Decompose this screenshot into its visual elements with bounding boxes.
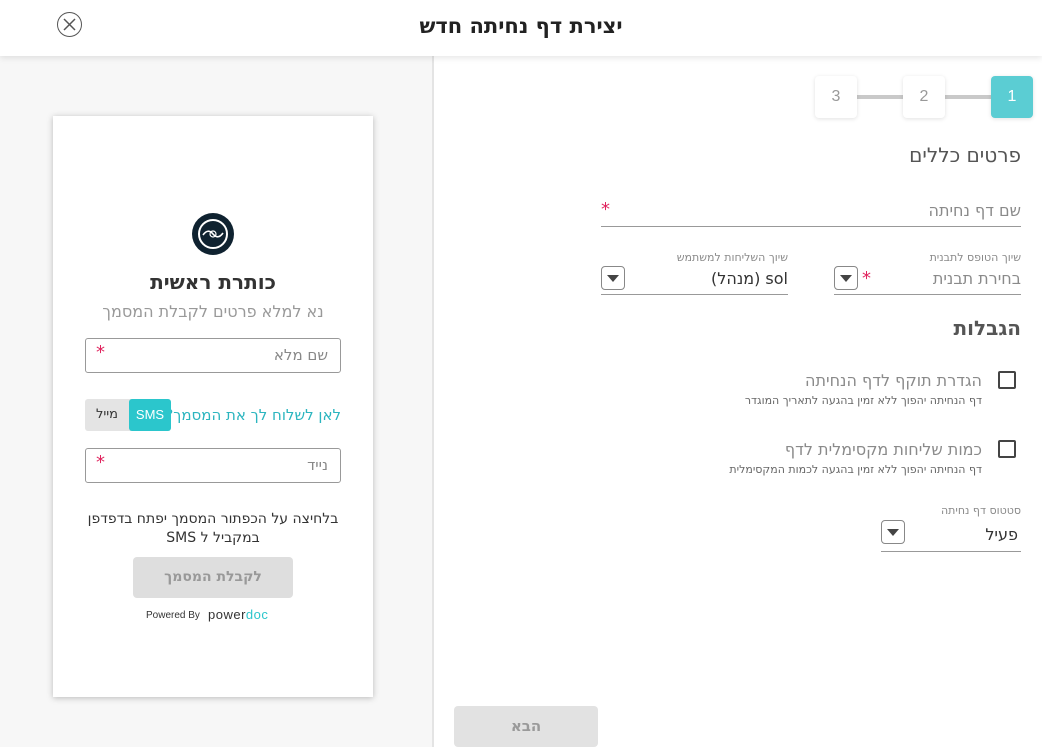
status-label: סטטוס דף נחיתה (940, 504, 1021, 517)
preview-note: בלחיצה על הכפתור המסמך יפתח בדפדפן במקבי… (87, 511, 339, 546)
section-limits-title: הגבלות (953, 316, 1022, 340)
step-1[interactable]: 1 (991, 76, 1033, 118)
header: יצירת דף נחיתה חדש (0, 0, 1042, 56)
landing-name-placeholder: שם דף נחיתה (928, 201, 1022, 220)
max-sends-title: כמות שליחות מקסימלית לדף (784, 440, 982, 459)
powered-by-label: Powered By (146, 610, 200, 621)
logo-icon (192, 213, 234, 255)
step-3[interactable]: 3 (815, 76, 857, 118)
delivery-toggle: SMS מייל (85, 399, 171, 431)
step-line (857, 95, 903, 99)
user-label: שיוך השליחות למשתמש (676, 251, 788, 264)
status-dropdown-icon[interactable] (881, 520, 905, 544)
page-title: יצירת דף נחיתה חדש (419, 14, 623, 38)
phone-field[interactable]: נייד * (85, 448, 341, 483)
toggle-sms[interactable]: SMS (129, 399, 171, 431)
required-mark: * (601, 199, 610, 220)
user-value: sol (מנהל) (711, 269, 788, 288)
template-label: שיוך הטופס לתבנית (929, 251, 1021, 264)
get-document-button[interactable]: לקבלת המסמך (133, 557, 293, 598)
preview-card: כותרת ראשית נא למלא פרטים לקבלת המסמך שם… (53, 116, 373, 697)
full-name-field[interactable]: שם מלא * (85, 338, 341, 373)
send-question-label: לאן לשלוח לך את המסמך? (165, 406, 341, 424)
required-mark: * (862, 268, 871, 289)
toggle-mail[interactable]: מייל (85, 399, 129, 431)
preview-subtitle: נא למלא פרטים לקבלת המסמך (102, 302, 324, 321)
step-line (945, 95, 991, 99)
template-placeholder: בחירת תבנית (932, 269, 1021, 288)
step-2[interactable]: 2 (903, 76, 945, 118)
required-mark: * (96, 452, 105, 473)
full-name-placeholder: שם מלא (273, 346, 328, 364)
phone-placeholder: נייד (307, 456, 328, 474)
expiry-title: הגדרת תוקף לדף הנחיתה (805, 371, 982, 390)
close-icon[interactable] (57, 12, 82, 37)
next-button[interactable]: הבא (454, 706, 598, 747)
required-mark: * (96, 342, 105, 363)
section-general-title: פרטים כללים (909, 143, 1021, 167)
template-dropdown-icon[interactable] (834, 266, 858, 290)
preview-panel: כותרת ראשית נא למלא פרטים לקבלת המסמך שם… (0, 56, 434, 747)
brand-logo: powerdoc (208, 607, 269, 622)
max-sends-checkbox[interactable] (998, 440, 1016, 458)
powered-by: Powered By powerdoc (146, 607, 268, 622)
max-sends-description: דף הנחיתה יהפוך ללא זמין בהגעה לכמות המק… (729, 463, 982, 476)
status-value: פעיל (985, 525, 1018, 544)
preview-title: כותרת ראשית (150, 270, 276, 294)
expiry-description: דף הנחיתה יהפוך ללא זמין בהגעה לתאריך המ… (744, 394, 982, 407)
user-dropdown-icon[interactable] (601, 266, 625, 290)
expiry-checkbox[interactable] (998, 371, 1016, 389)
